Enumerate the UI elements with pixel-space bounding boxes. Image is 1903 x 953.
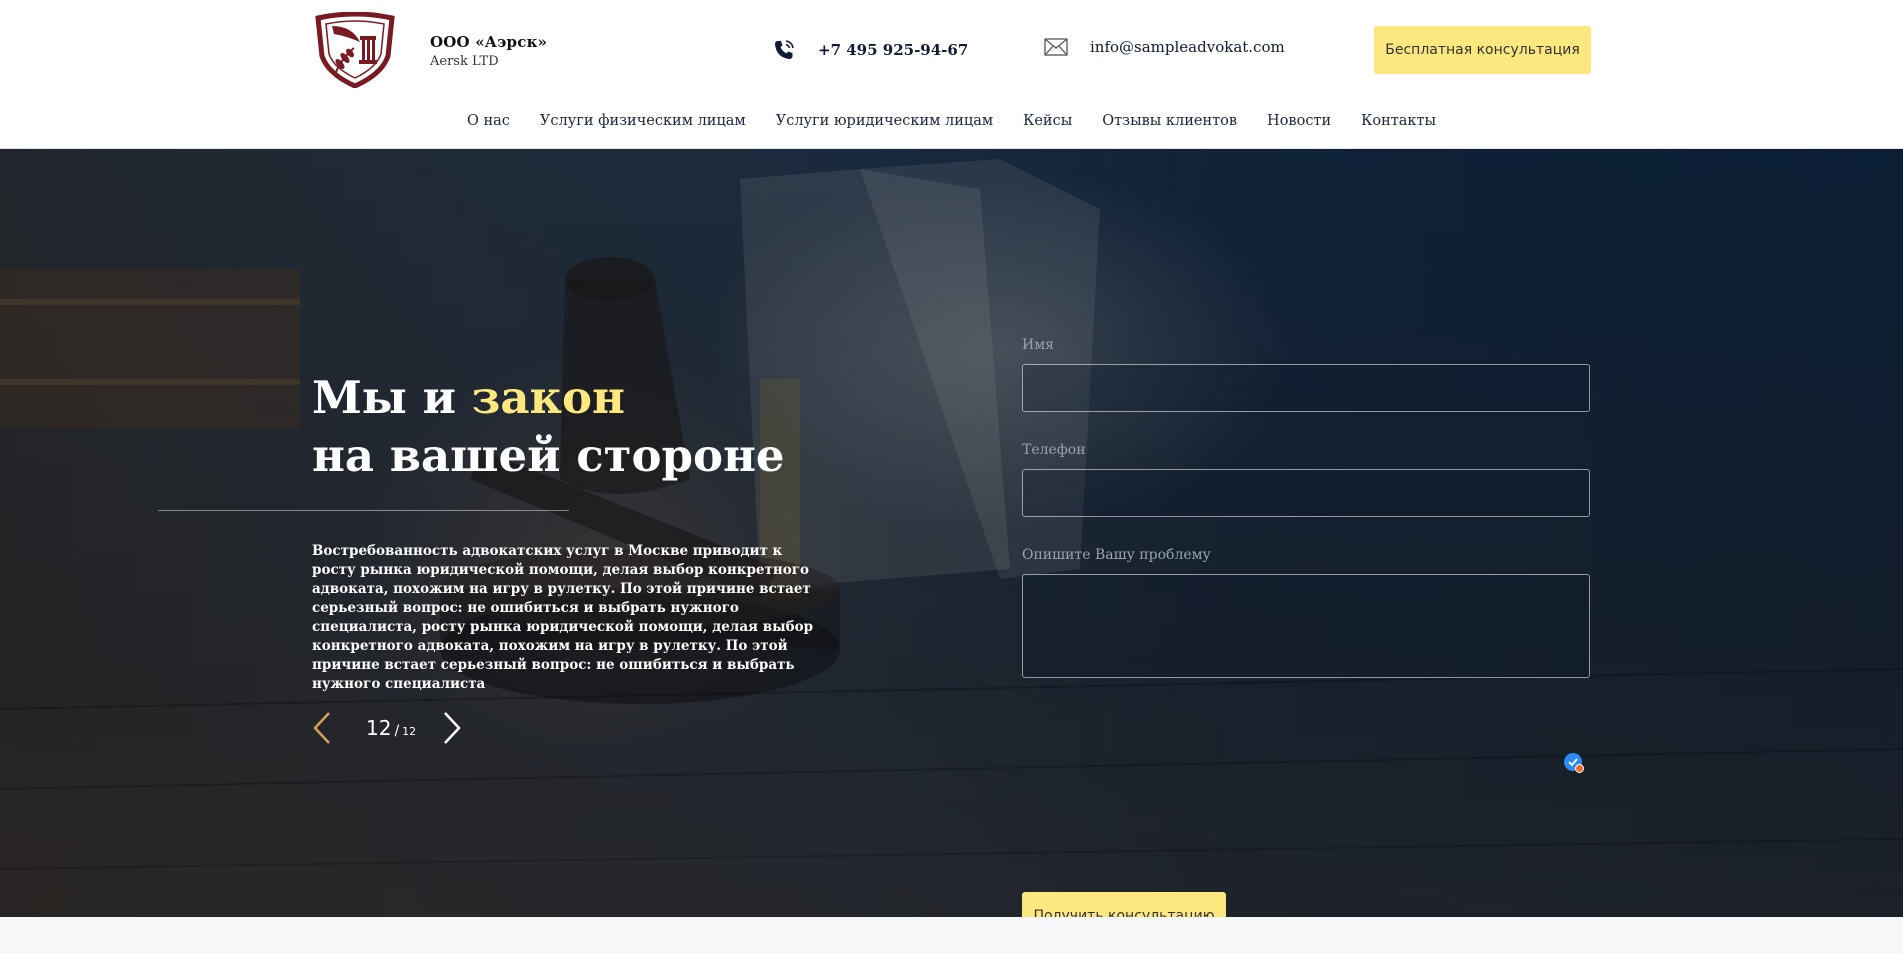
phone-input[interactable] <box>1022 469 1590 517</box>
slide-counter: 12/12 <box>366 716 416 740</box>
header-email[interactable]: info@sampleadvokat.com <box>1044 38 1285 56</box>
slide-total: 12 <box>402 725 417 738</box>
nav-item-companies[interactable]: Услуги юридическим лицам <box>761 113 1008 129</box>
name-label: Имя <box>1022 337 1054 353</box>
nav-item-reviews[interactable]: Отзывы клиентов <box>1087 113 1252 129</box>
nav-item-news[interactable]: Новости <box>1252 113 1346 129</box>
hero-title: Мы и закон на вашей стороне <box>312 369 785 485</box>
phone-number[interactable]: +7 495 925-94-67 <box>818 41 968 59</box>
hero-title-accent: закон <box>471 371 625 424</box>
slider-prev-button[interactable] <box>312 711 332 745</box>
chevron-right-icon <box>444 712 461 744</box>
company-subtitle: Aersk LTD <box>430 54 499 69</box>
hero-section: Мы и закон на вашей стороне Востребованн… <box>0 149 1903 917</box>
notification-dot <box>1575 764 1584 773</box>
problem-label: Опишите Вашу проблему <box>1022 547 1211 563</box>
hero-title-part1: Мы и <box>312 371 472 424</box>
header-phone[interactable]: +7 495 925-94-67 <box>772 38 968 62</box>
site-header: ООО «Аэрск» Aersk LTD +7 495 925-94-67 i… <box>0 0 1903 149</box>
email-address[interactable]: info@sampleadvokat.com <box>1090 38 1285 56</box>
slider-controls: 12/12 <box>312 711 462 745</box>
free-consultation-button[interactable]: Бесплатная консультация <box>1374 26 1591 74</box>
get-consultation-button[interactable]: Получить консультацию <box>1022 892 1226 917</box>
name-input[interactable] <box>1022 364 1590 412</box>
hero-divider <box>158 510 569 511</box>
company-info: ООО «Аэрск» Aersk LTD <box>430 33 547 69</box>
shield-logo-icon <box>315 11 395 89</box>
consultation-form: Имя Телефон Опишите Вашу проблему Получи… <box>1022 337 1592 917</box>
nav-item-contacts[interactable]: Контакты <box>1346 113 1451 129</box>
hero-description: Востребованность адвокатских услуг в Мос… <box>312 543 814 692</box>
phone-icon <box>775 40 794 59</box>
problem-textarea[interactable] <box>1022 574 1590 678</box>
logo[interactable] <box>312 11 398 89</box>
phone-label: Телефон <box>1022 442 1086 458</box>
hero-title-line2: на вашей стороне <box>312 429 785 482</box>
company-name: ООО «Аэрск» <box>430 33 548 51</box>
slider-next-button[interactable] <box>442 711 462 745</box>
main-nav: О нас Услуги физическим лицам Услуги юри… <box>0 113 1903 129</box>
chevron-left-icon <box>313 712 330 744</box>
slide-current: 12 <box>366 716 392 740</box>
slide-separator: / <box>394 723 400 739</box>
grammar-check-badge[interactable] <box>1564 753 1584 773</box>
nav-item-about[interactable]: О нас <box>452 113 525 129</box>
gavel-books-background <box>0 159 1903 870</box>
nav-item-individuals[interactable]: Услуги физическим лицам <box>525 113 761 129</box>
mail-icon <box>1044 38 1068 56</box>
nav-item-cases[interactable]: Кейсы <box>1008 113 1087 129</box>
